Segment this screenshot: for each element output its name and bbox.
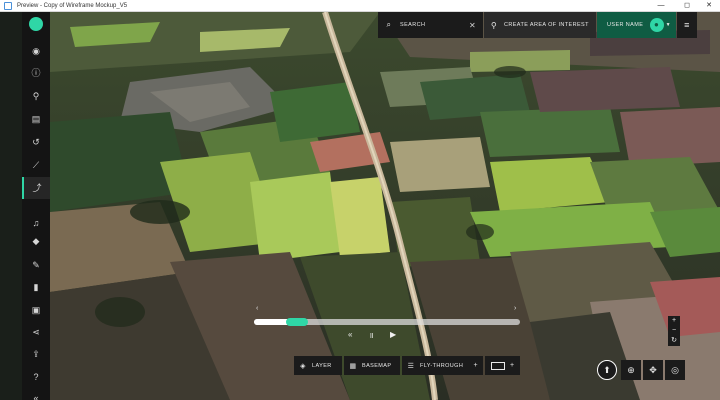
app-logo	[29, 17, 43, 31]
rectangle-icon	[491, 361, 505, 370]
sidebar-item-info[interactable]: ⓘ	[22, 62, 50, 84]
sidebar-item-help[interactable]: ?	[22, 366, 50, 388]
layers-icon: ▤	[31, 113, 41, 124]
export-icon: ⇪	[32, 348, 40, 359]
collapse-icon: «	[33, 392, 39, 400]
zoom-in-button[interactable]: +	[668, 316, 680, 326]
edit-icon: ✎	[32, 259, 40, 270]
help-icon: ?	[33, 371, 39, 382]
sidebar-item-map-pin[interactable]: ⚲	[22, 85, 50, 107]
create-aoi-label: CREATE AREA OF INTEREST	[504, 22, 589, 28]
timeline-fill	[254, 319, 290, 325]
user-name: USER NAME	[607, 22, 644, 28]
timeline-next-button[interactable]: ›	[514, 305, 516, 312]
user-menu[interactable]: USER NAME ● ▼	[597, 12, 676, 38]
clear-search-icon[interactable]: ✕	[469, 21, 483, 30]
target-icon: ◎	[671, 364, 679, 375]
avatar: ●	[649, 18, 664, 32]
search-bar[interactable]: ⌕ SEARCH ✕	[378, 12, 483, 38]
chevron-down-icon: ▼	[665, 22, 671, 28]
map-viewport[interactable]	[50, 12, 720, 400]
list-icon: ☰	[407, 362, 415, 370]
screen-capture-button[interactable]: +	[485, 356, 520, 375]
sidebar-item-share[interactable]: ⋖	[22, 321, 50, 343]
timeline-prev-button[interactable]: ‹	[256, 305, 258, 312]
rotate-button[interactable]: ↻	[668, 336, 680, 346]
window-close-button[interactable]: ✕	[698, 0, 720, 12]
sidebar-item-ruler[interactable]: ⟋	[22, 154, 50, 176]
add-fly-through-icon[interactable]: +	[474, 362, 479, 369]
window-title: Preview - Copy of Wireframe Mockup_V5	[17, 3, 128, 9]
create-aoi-button[interactable]: ⚲ CREATE AREA OF INTEREST	[484, 12, 596, 38]
info-icon: ⓘ	[31, 67, 41, 78]
sidebar-item-edit[interactable]: ✎	[22, 254, 50, 276]
app-icon	[4, 2, 12, 10]
zoom-out-button[interactable]: −	[668, 326, 680, 336]
analytics-icon: ⤴	[32, 182, 42, 193]
pan-tool-button[interactable]: ✥	[643, 360, 663, 380]
ruler-icon: ⟋	[32, 159, 40, 170]
pan-icon: ✥	[649, 364, 657, 375]
image-icon: ▣	[31, 304, 41, 315]
zoom-tool-icon: ⊕	[627, 364, 635, 375]
bookmark-icon: ▮	[33, 281, 39, 292]
sidebar-item-collapse[interactable]: «	[22, 387, 50, 400]
zoom-control: + − ↻	[668, 316, 680, 346]
pause-button[interactable]: ॥	[369, 330, 374, 341]
search-icon: ⌕	[386, 20, 392, 29]
sidebar-item-tag[interactable]: ◆	[22, 230, 50, 252]
timeline-thumb[interactable]	[286, 318, 308, 326]
zoom-tool-button[interactable]: ⊕	[621, 360, 641, 380]
layer-icon: ◈	[300, 362, 306, 370]
sidebar-item-globe[interactable]: ◉	[22, 40, 50, 62]
sidebar: ◉ ⓘ ⚲ ▤ ↺ ⟋ ⤴ ♫ ◆ ✎ ▮ ▣ ⋖ ⇪? «	[22, 12, 50, 400]
history-icon: ↺	[32, 136, 40, 147]
tag-icon: ◆	[32, 235, 40, 246]
share-icon: ⋖	[32, 326, 40, 337]
satellite-terrain	[50, 12, 720, 400]
sidebar-item-image[interactable]: ▣	[22, 299, 50, 321]
basemap-button[interactable]: ▦ BASEMAP	[344, 356, 400, 375]
basemap-icon: ▦	[349, 362, 357, 370]
hamburger-icon: ≡	[684, 20, 690, 30]
fly-through-label: FLY-THROUGH	[420, 362, 464, 369]
basemap-label: BASEMAP	[362, 362, 392, 369]
window-titlebar: Preview - Copy of Wireframe Mockup_V5 — …	[0, 0, 720, 12]
layer-button[interactable]: ◈ LAYER	[294, 356, 342, 375]
rewind-button[interactable]: «	[348, 330, 352, 339]
compass-button[interactable]: ⬆	[597, 360, 617, 380]
sidebar-item-bookmark[interactable]: ▮	[22, 276, 50, 298]
search-label[interactable]: SEARCH	[400, 22, 469, 28]
sidebar-item-export[interactable]: ⇪	[22, 343, 50, 365]
compass-icon: ⬆	[603, 364, 611, 375]
layer-label: LAYER	[312, 362, 332, 369]
globe-icon: ◉	[32, 45, 40, 56]
sidebar-item-layers[interactable]: ▤	[22, 108, 50, 130]
target-tool-button[interactable]: ◎	[665, 360, 685, 380]
maximize-button[interactable]: ◻	[676, 0, 698, 12]
minimize-button[interactable]: —	[650, 0, 672, 12]
sidebar-item-analytics[interactable]: ⤴	[22, 177, 50, 199]
bell-icon: ♫	[32, 217, 40, 228]
timeline-slider[interactable]	[254, 316, 520, 328]
play-button[interactable]: ▶	[390, 330, 396, 339]
map-pin-icon: ⚲	[32, 90, 40, 101]
hamburger-menu-button[interactable]: ≡	[677, 12, 697, 38]
sidebar-item-history[interactable]: ↺	[22, 131, 50, 153]
map-pin-icon: ⚲	[490, 20, 498, 30]
fly-through-button[interactable]: ☰ FLY-THROUGH +	[402, 356, 483, 375]
add-capture-icon[interactable]: +	[510, 362, 515, 369]
